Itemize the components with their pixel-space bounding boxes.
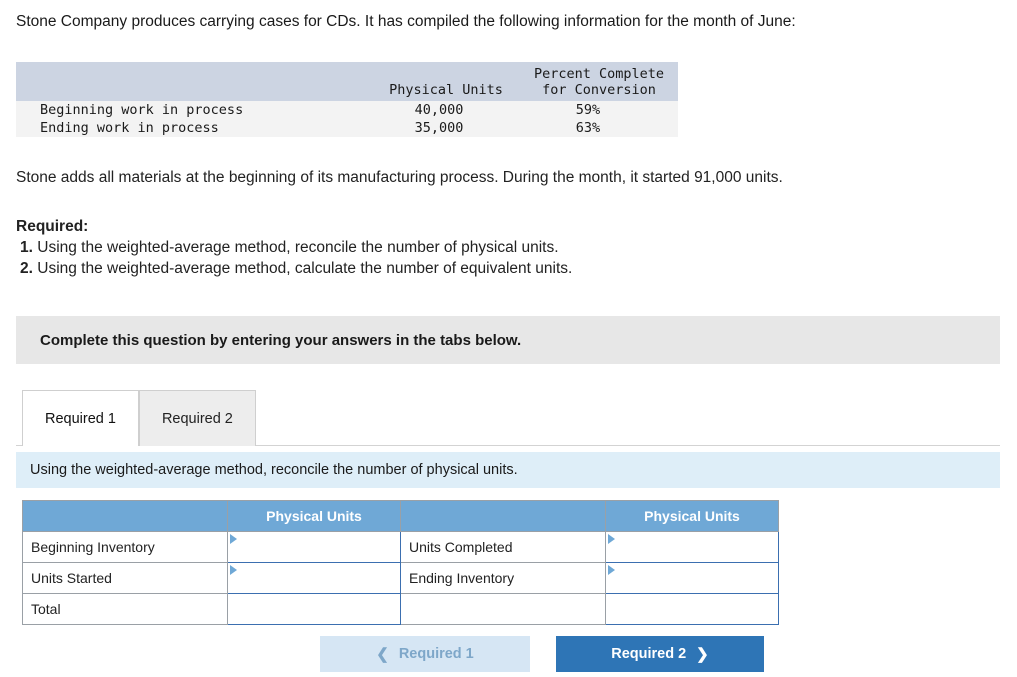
given-information-table: Physical Units Percent Complete for Conv…	[16, 62, 678, 137]
cell-marker-icon	[608, 565, 615, 575]
answer-grid: Physical Units Physical Units Beginning …	[22, 500, 779, 625]
given-table-body: Beginning work in process 40,000 59% End…	[16, 101, 678, 137]
given-header-blank	[16, 62, 372, 101]
given-header-percent-line2: for Conversion	[542, 82, 656, 98]
given-row-units-bwip: 40,000	[414, 102, 464, 118]
required-section: Required: 1. Using the weighted-average …	[16, 216, 816, 279]
answer-header-physical-units-right: Physical Units	[605, 500, 779, 532]
input-units-started[interactable]	[227, 562, 401, 594]
given-header-percent-complete: Percent Complete for Conversion	[520, 62, 678, 101]
table-row: Beginning work in process 40,000 59%	[16, 101, 678, 119]
required-heading: Required:	[16, 218, 89, 235]
input-total-left[interactable]	[227, 593, 401, 625]
given-row-percent-bwip: 59%	[575, 102, 601, 118]
cell-marker-icon	[230, 534, 237, 544]
given-table-head: Physical Units Percent Complete for Conv…	[16, 62, 678, 101]
given-row-label-bwip: Beginning work in process	[40, 102, 244, 118]
required-item-2-text: Using the weighted-average method, calcu…	[37, 260, 573, 277]
answer-label-ending-inventory: Ending Inventory	[400, 562, 606, 594]
table-row: Units Started Ending Inventory	[22, 562, 779, 594]
chevron-right-icon: ❯	[696, 645, 709, 663]
answer-grid-header-row: Physical Units Physical Units	[22, 500, 779, 532]
chevron-left-icon: ❮	[376, 645, 389, 663]
input-ending-inventory[interactable]	[605, 562, 779, 594]
tab-required-2[interactable]: Required 2	[138, 390, 256, 446]
tab-required-1[interactable]: Required 1	[22, 390, 139, 446]
given-row-units-ewip: 35,000	[414, 120, 464, 136]
answer-label-beginning-inventory: Beginning Inventory	[22, 531, 228, 563]
answer-grid-body: Beginning Inventory Units Completed Unit…	[22, 531, 779, 625]
answer-label-blank-right	[400, 593, 606, 625]
given-row-percent-ewip: 63%	[575, 120, 601, 136]
answer-label-units-completed: Units Completed	[400, 531, 606, 563]
cell-marker-icon	[230, 565, 237, 575]
input-beginning-inventory[interactable]	[227, 531, 401, 563]
navigation-buttons: ❮ Required 1 Required 2 ❯	[320, 636, 764, 672]
tab-bar: Required 1 Required 2	[22, 390, 256, 446]
cell-marker-icon	[608, 534, 615, 544]
second-paragraph: Stone adds all materials at the beginnin…	[16, 169, 783, 186]
next-required-button[interactable]: Required 2 ❯	[556, 636, 764, 672]
question-page: Stone Company produces carrying cases fo…	[0, 0, 1017, 677]
table-row: Ending work in process 35,000 63%	[16, 119, 678, 137]
answer-label-total: Total	[22, 593, 228, 625]
answer-header-blank-right	[400, 500, 606, 532]
required-item-1-number: 1.	[20, 239, 33, 256]
given-header-physical-units: Physical Units	[372, 62, 520, 101]
required-item-1-text: Using the weighted-average method, recon…	[37, 239, 559, 256]
next-required-label: Required 2	[611, 646, 687, 662]
required-item-2: 2. Using the weighted-average method, ca…	[20, 258, 816, 279]
tab-instruction-strip: Using the weighted-average method, recon…	[16, 452, 1000, 488]
input-units-completed[interactable]	[605, 531, 779, 563]
answer-grid-head: Physical Units Physical Units	[22, 500, 779, 532]
answer-header-physical-units-left: Physical Units	[227, 500, 401, 532]
previous-required-label: Required 1	[398, 646, 474, 662]
complete-question-banner: Complete this question by entering your …	[16, 316, 1000, 364]
required-item-2-number: 2.	[20, 260, 33, 277]
previous-required-button[interactable]: ❮ Required 1	[320, 636, 530, 672]
intro-paragraph: Stone Company produces carrying cases fo…	[16, 13, 796, 30]
table-row: Total	[22, 593, 779, 625]
given-header-percent-line1: Percent Complete	[533, 66, 665, 82]
table-row: Beginning Inventory Units Completed	[22, 531, 779, 563]
input-total-right[interactable]	[605, 593, 779, 625]
answer-label-units-started: Units Started	[22, 562, 228, 594]
answer-header-blank-left	[22, 500, 228, 532]
required-item-1: 1. Using the weighted-average method, re…	[20, 237, 816, 258]
given-row-label-ewip: Ending work in process	[40, 120, 219, 136]
given-table-header-row: Physical Units Percent Complete for Conv…	[16, 62, 678, 101]
